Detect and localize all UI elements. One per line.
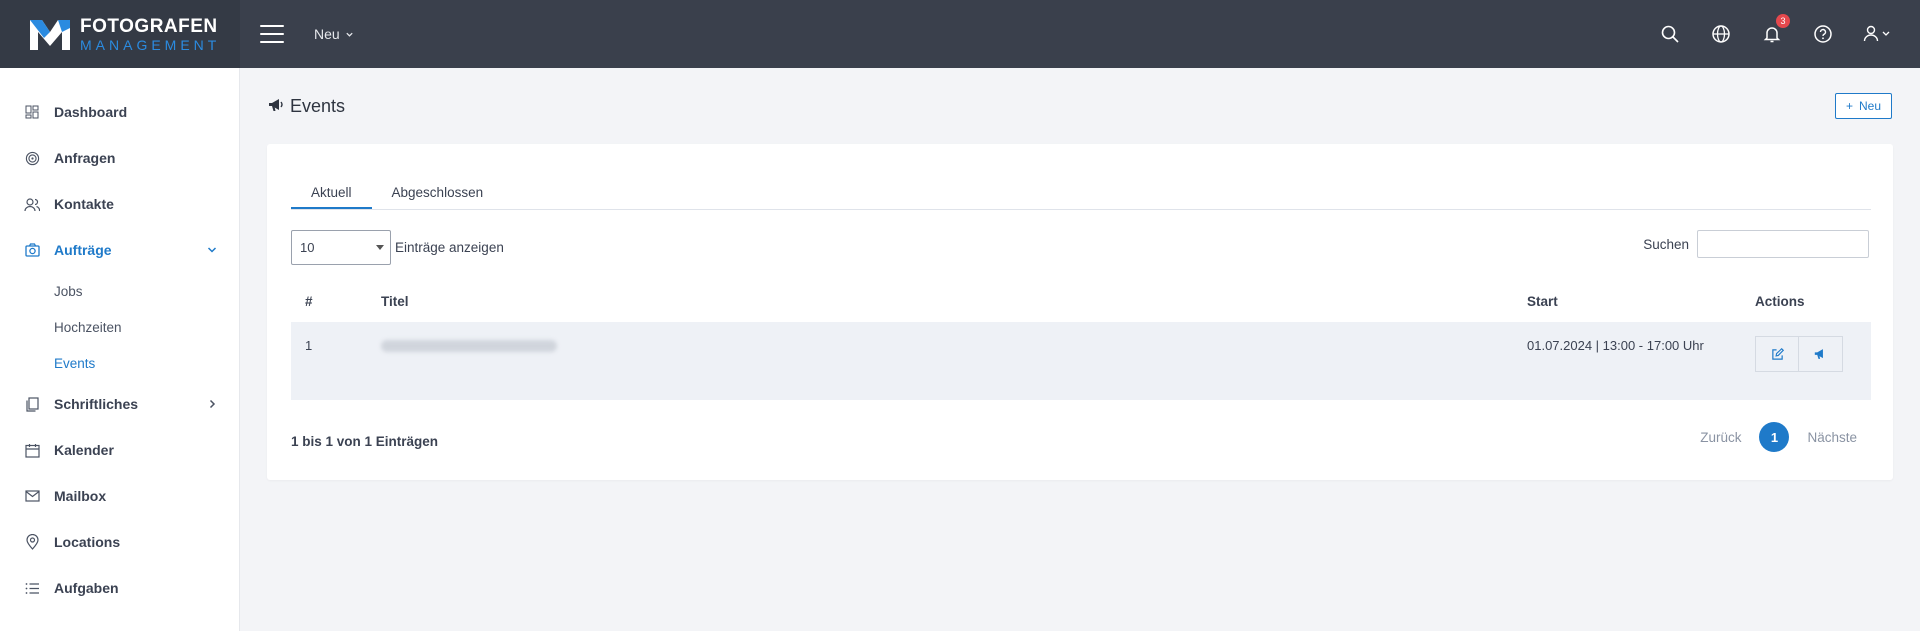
sidebar-item-label: Kalender [54, 442, 114, 458]
chevron-right-icon [207, 396, 217, 412]
document-icon [24, 396, 40, 412]
sidebar-item-label: Schriftliches [54, 396, 139, 412]
sidebar-subitem-jobs[interactable]: Jobs [0, 273, 239, 309]
brand-line1: FOTOGRAFEN [80, 15, 218, 37]
dashboard-icon [24, 104, 40, 120]
search-label: Suchen [1643, 236, 1689, 252]
location-icon [24, 534, 40, 550]
camera-icon [24, 242, 40, 258]
event-detail-button[interactable] [1799, 336, 1843, 372]
brand-name: FOTOGRAFEN MANAGEMENT [80, 17, 220, 52]
main-content: Events + Neu Aktuell Abgeschlossen 10 Ei… [240, 68, 1920, 631]
sidebar-item-label: Locations [54, 534, 121, 550]
sidebar-item-aufgaben[interactable]: Aufgaben [0, 565, 239, 611]
target-icon [24, 150, 40, 166]
user-menu-icon[interactable] [1862, 22, 1892, 46]
chevron-down-icon [207, 242, 217, 258]
users-icon [24, 196, 40, 212]
sidebar-subitem-events[interactable]: Events [0, 345, 239, 381]
search-icon[interactable] [1658, 22, 1682, 46]
sidebar-item-schriftliches[interactable]: Schriftliches [0, 381, 239, 427]
page-length-label: Einträge anzeigen [395, 240, 504, 255]
column-header-actions: Actions [1755, 294, 1805, 309]
logo-mark-icon [28, 16, 72, 52]
pagination-current-page[interactable]: 1 [1759, 422, 1790, 452]
calendar-icon [24, 442, 40, 458]
list-icon [24, 580, 40, 596]
sidebar-item-mailbox[interactable]: Mailbox [0, 473, 239, 519]
row-start: 01.07.2024 | 13:00 - 17:00 Uhr [1527, 338, 1704, 353]
top-new-label: Neu [314, 26, 340, 42]
sidebar-item-label: Anfragen [54, 150, 116, 166]
tab-bar: Aktuell Abgeschlossen [291, 176, 1871, 210]
page-length-control: 10 Einträge anzeigen [291, 230, 504, 265]
table-search: Suchen [1643, 230, 1869, 258]
sidebar-subitem-hochzeiten[interactable]: Hochzeiten [0, 309, 239, 345]
events-card: Aktuell Abgeschlossen 10 Einträge anzeig… [267, 144, 1893, 480]
sidebar-item-anfragen[interactable]: Anfragen [0, 135, 239, 181]
search-input[interactable] [1697, 230, 1869, 258]
column-header-start[interactable]: Start [1527, 294, 1558, 309]
row-title-redacted [381, 338, 557, 355]
sidebar: Dashboard Anfragen Kontakte Aufträge Job… [0, 68, 240, 631]
sidebar-item-label: Mailbox [54, 488, 107, 504]
column-header-title[interactable]: Titel [381, 294, 409, 309]
megaphone-icon [268, 96, 284, 117]
menu-toggle-icon[interactable] [260, 25, 284, 43]
help-icon[interactable] [1811, 22, 1835, 46]
brand-line2: MANAGEMENT [80, 36, 221, 53]
sidebar-item-auftraege[interactable]: Aufträge [0, 227, 239, 273]
new-button-label: Neu [1858, 99, 1881, 113]
pagination-previous[interactable]: Zurück [1700, 430, 1741, 445]
pagination-next[interactable]: Nächste [1807, 430, 1857, 445]
sidebar-item-label: Aufträge [54, 242, 112, 258]
megaphone-icon [1814, 349, 1823, 359]
table-info: 1 bis 1 von 1 Einträgen [291, 434, 439, 449]
table-row: 1 01.07.2024 | 13:00 - 17:00 Uhr [291, 322, 1871, 400]
top-navbar: FOTOGRAFEN MANAGEMENT Neu 3 [0, 0, 1920, 68]
page-title-text: Events [290, 96, 346, 116]
chevron-down-icon [346, 32, 353, 37]
page-title: Events [268, 96, 345, 117]
edit-icon [1771, 347, 1784, 360]
plus-icon: + [1845, 99, 1853, 113]
sidebar-item-kalender[interactable]: Kalender [0, 427, 239, 473]
table-header: # Titel Start Actions [291, 282, 1871, 322]
top-new-dropdown[interactable]: Neu [314, 26, 354, 42]
tab-aktuell[interactable]: Aktuell [291, 176, 372, 209]
page-length-select[interactable]: 10 [291, 230, 391, 265]
notification-badge: 3 [1776, 14, 1790, 28]
sidebar-item-label: Aufgaben [54, 580, 119, 596]
pagination: Zurück 1 Nächste [1700, 422, 1857, 452]
tab-abgeschlossen[interactable]: Abgeschlossen [372, 176, 504, 209]
brand-logo[interactable]: FOTOGRAFEN MANAGEMENT [0, 0, 240, 68]
new-event-button[interactable]: + Neu [1834, 93, 1892, 119]
column-header-number[interactable]: # [305, 294, 313, 309]
mail-icon [24, 488, 40, 504]
sidebar-item-label: Kontakte [54, 196, 114, 212]
sidebar-item-label: Dashboard [54, 104, 128, 120]
sidebar-item-kontakte[interactable]: Kontakte [0, 181, 239, 227]
row-number: 1 [305, 338, 313, 353]
edit-button[interactable] [1755, 336, 1799, 372]
sidebar-item-locations[interactable]: Locations [0, 519, 239, 565]
page-length-value: 10 [300, 240, 315, 255]
sidebar-item-dashboard[interactable]: Dashboard [0, 89, 239, 135]
globe-icon[interactable] [1709, 22, 1733, 46]
row-actions [1755, 336, 1843, 372]
bell-icon[interactable]: 3 [1760, 14, 1790, 46]
dropdown-caret-icon [376, 245, 384, 250]
